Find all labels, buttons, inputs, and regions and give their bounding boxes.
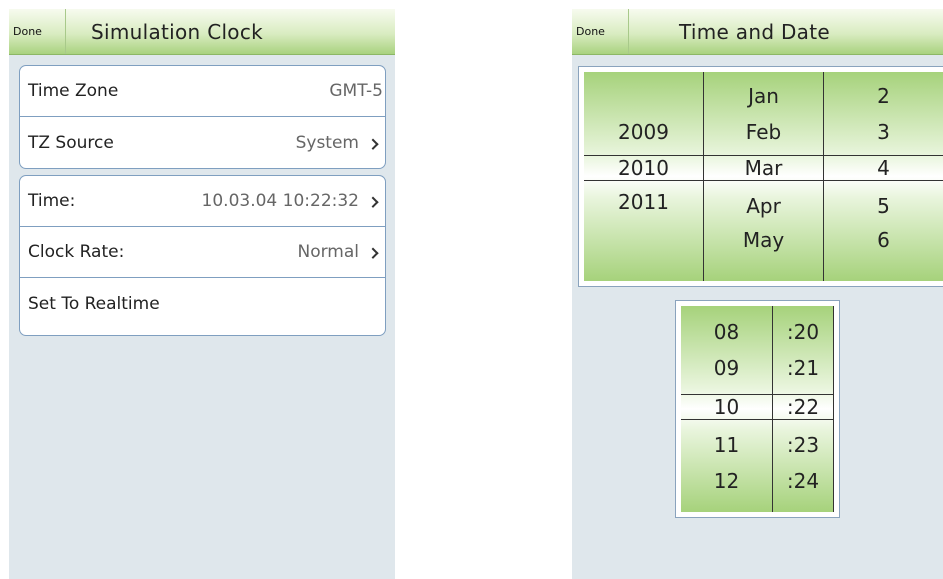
time-value: 10.03.04 10:22:32 (201, 191, 359, 211)
time-zone-value: GMT-5 (329, 81, 383, 101)
time-zone-row[interactable]: Time Zone GMT-5 (20, 66, 385, 117)
date-picker: 2009 2010 2011 Jan Feb Mar Apr May 2 3 4… (578, 66, 943, 287)
year-option[interactable]: 2011 (584, 184, 703, 220)
year-option[interactable] (584, 220, 703, 256)
hour-option[interactable]: 09 (681, 350, 772, 386)
time-and-date-panel: Done Time and Date 2009 2010 2011 Jan Fe… (572, 9, 943, 579)
time-and-date-header: Done Time and Date (572, 9, 943, 55)
year-option[interactable]: 2009 (584, 114, 703, 150)
time-row[interactable]: Time: 10.03.04 10:22:32 (20, 176, 385, 227)
month-option[interactable]: May (704, 222, 823, 258)
page-title: Simulation Clock (91, 19, 264, 44)
month-option-selected[interactable]: Mar (704, 150, 823, 186)
tz-source-label: TZ Source (28, 132, 114, 153)
clock-rate-label: Clock Rate: (28, 242, 125, 262)
year-wheel[interactable]: 2009 2010 2011 (584, 72, 704, 281)
time-zone-label: Time Zone (28, 81, 119, 101)
timezone-group: Time Zone GMT-5 TZ Source System (19, 65, 386, 169)
month-option[interactable]: Jan (704, 78, 823, 114)
chevron-right-icon (367, 196, 379, 208)
year-option-selected[interactable]: 2010 (584, 150, 703, 186)
minute-option[interactable]: :23 (773, 427, 833, 463)
simulation-clock-header: Done Simulation Clock (9, 9, 395, 55)
hour-option[interactable]: 11 (681, 427, 772, 463)
minute-option[interactable]: :20 (773, 314, 833, 350)
chevron-right-icon (367, 247, 379, 259)
minute-option[interactable]: :24 (773, 463, 833, 499)
year-option[interactable] (584, 80, 703, 116)
set-to-realtime-label: Set To Realtime (28, 293, 160, 314)
month-option[interactable]: Feb (704, 114, 823, 150)
minute-option-selected[interactable]: :22 (773, 389, 833, 425)
done-button[interactable]: Done (572, 9, 629, 54)
hour-option[interactable]: 08 (681, 314, 772, 350)
hour-option-selected[interactable]: 10 (681, 389, 772, 425)
clock-rate-row[interactable]: Clock Rate: Normal (20, 227, 385, 278)
chevron-right-icon (367, 138, 379, 150)
clock-rate-value: Normal (297, 242, 359, 262)
simulation-clock-panel: Done Simulation Clock Time Zone GMT-5 TZ… (9, 9, 395, 579)
hour-option[interactable]: 12 (681, 463, 772, 499)
time-label: Time: (28, 191, 76, 211)
hour-wheel[interactable]: 08 09 10 11 12 (681, 306, 773, 512)
minute-option[interactable]: :21 (773, 350, 833, 386)
done-button[interactable]: Done (9, 9, 66, 54)
time-picker: 08 09 10 11 12 :20 :21 :22 :23 :24 (675, 300, 840, 518)
clock-settings-group: Time: 10.03.04 10:22:32 Clock Rate: Norm… (19, 175, 386, 336)
day-option[interactable]: 2 (824, 78, 943, 114)
day-option[interactable]: 6 (824, 222, 943, 258)
tz-source-value: System (295, 132, 359, 153)
set-to-realtime-button[interactable]: Set To Realtime (20, 278, 385, 329)
minute-wheel[interactable]: :20 :21 :22 :23 :24 (773, 306, 834, 512)
month-wheel[interactable]: Jan Feb Mar Apr May (704, 72, 824, 281)
day-option[interactable]: 3 (824, 114, 943, 150)
day-option-selected[interactable]: 4 (824, 150, 943, 186)
day-option[interactable]: 5 (824, 188, 943, 224)
day-wheel[interactable]: 2 3 4 5 6 (824, 72, 943, 281)
page-title: Time and Date (679, 19, 830, 44)
tz-source-row[interactable]: TZ Source System (20, 117, 385, 168)
month-option[interactable]: Apr (704, 188, 823, 224)
